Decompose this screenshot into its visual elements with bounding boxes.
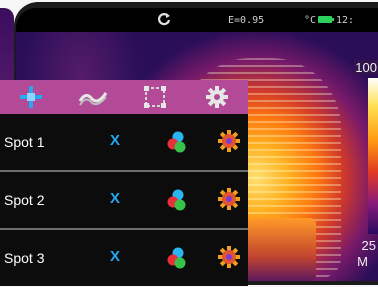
menu-tab-bar: [0, 80, 248, 114]
spot-settings-icon[interactable]: [218, 188, 240, 210]
tab-settings[interactable]: [186, 80, 248, 114]
crosshair-icon: [20, 86, 42, 108]
spot-settings-icon[interactable]: [218, 246, 240, 268]
frame-icon: [144, 86, 166, 108]
status-bar: E=0.95 °C 12:: [16, 8, 378, 32]
spot-menu: Spot 1 X Spot 2 X Spot 3 X: [0, 80, 248, 287]
battery-icon: [318, 16, 334, 23]
clock: 12:: [336, 15, 355, 26]
spot-label: Spot 3: [4, 250, 45, 266]
tab-area[interactable]: [124, 80, 186, 114]
spot-row-1[interactable]: Spot 1 X: [0, 114, 248, 172]
settings-gear-icon: [206, 86, 228, 108]
spot-toggle-x[interactable]: X: [110, 132, 120, 149]
spot-label: Spot 2: [4, 192, 45, 208]
spot-toggle-x[interactable]: X: [110, 248, 120, 265]
spot-row-3[interactable]: Spot 3 X: [0, 230, 248, 286]
thermal-image-lamp-base: [246, 218, 316, 281]
scale-max-label: 100: [354, 60, 378, 75]
tab-line[interactable]: [62, 80, 124, 114]
temperature-scale-bar: [368, 78, 378, 234]
scale-min-label: 25: [361, 238, 376, 253]
spot-label: Spot 1: [4, 134, 45, 150]
temperature-unit: °C: [304, 15, 317, 26]
spot-settings-icon[interactable]: [218, 130, 240, 152]
wave-icon: [78, 92, 108, 106]
emissivity-readout: E=0.95: [228, 15, 265, 26]
color-palette-icon[interactable]: [166, 131, 188, 153]
scale-unit-label: M: [357, 254, 368, 269]
spot-toggle-x[interactable]: X: [110, 190, 120, 207]
spot-row-2[interactable]: Spot 2 X: [0, 172, 248, 230]
color-palette-icon[interactable]: [166, 247, 188, 269]
color-palette-icon[interactable]: [166, 189, 188, 211]
tab-spot[interactable]: [0, 80, 62, 114]
spot-list: Spot 1 X Spot 2 X Spot 3 X: [0, 114, 248, 286]
refresh-icon[interactable]: [157, 12, 171, 26]
